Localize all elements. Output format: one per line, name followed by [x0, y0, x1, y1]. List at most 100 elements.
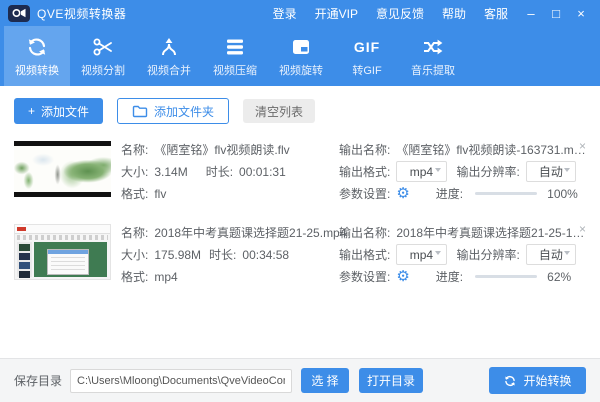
vip-link[interactable]: 开通VIP [315, 5, 358, 22]
size-label: 大小: [121, 165, 149, 179]
sync-icon [503, 374, 517, 388]
merge-icon [157, 34, 181, 60]
file-name: 2018年中考真题课选择题21-25.mp4 [154, 226, 347, 240]
file-output-info: 输出名称: 《陋室铭》flv视频朗读-163731.mp4 输出格式: mp4 … [339, 141, 586, 207]
file-thumbnail [14, 141, 111, 197]
file-info: 名称: 2018年中考真题课选择题21-25.mp4 大小: 175.98M 时… [121, 224, 346, 290]
tab-video-compress[interactable]: 视频压缩 [202, 26, 268, 86]
file-format: mp4 [154, 269, 178, 284]
app-title: QVE视频转换器 [37, 6, 127, 21]
chevron-down-icon [434, 251, 441, 255]
tab-video-convert[interactable]: 视频转换 [4, 26, 70, 86]
chevron-down-icon [564, 251, 570, 255]
plus-icon: + [28, 104, 36, 118]
file-row: 名称: 2018年中考真题课选择题21-25.mp4 大小: 175.98M 时… [14, 222, 586, 290]
file-list: 名称: 《陋室铭》flv视频朗读.flv 大小: 3.14M 时长: 00:01… [0, 139, 600, 290]
save-dir-label: 保存目录 [14, 374, 63, 388]
file-thumbnail [14, 224, 111, 280]
minimize-button[interactable]: – [520, 6, 542, 21]
progress-bar [475, 192, 538, 195]
folder-icon [132, 105, 148, 118]
output-name: 《陋室铭》flv视频朗读-163731.mp4 [396, 143, 586, 157]
file-row: 名称: 《陋室铭》flv视频朗读.flv 大小: 3.14M 时长: 00:01… [14, 139, 586, 207]
chevron-down-icon [434, 168, 441, 172]
tab-label: 视频分割 [81, 65, 125, 77]
app-window: QVE视频转换器 登录 开通VIP 意见反馈 帮助 客服 – □ × 视频转换 [0, 0, 600, 402]
tab-to-gif[interactable]: GIF 转GIF [334, 26, 400, 86]
duration-label: 时长: [209, 248, 237, 262]
footer-bar: 保存目录 选 择 打开目录 开始转换 [0, 358, 600, 402]
output-format-dropdown[interactable]: mp4 [396, 244, 447, 265]
tab-label: 视频旋转 [279, 65, 323, 77]
help-link[interactable]: 帮助 [442, 5, 466, 22]
actions-row: + 添加文件 添加文件夹 清空列表 [0, 86, 600, 124]
shuffle-icon [421, 34, 445, 60]
output-format-label: 输出格式: [339, 248, 391, 262]
feedback-link[interactable]: 意见反馈 [376, 5, 424, 22]
size-label: 大小: [121, 248, 149, 262]
output-resolution-label: 输出分辨率: [456, 248, 520, 262]
app-logo-icon [8, 4, 30, 22]
params-label: 参数设置: [339, 270, 391, 284]
sync-icon [25, 34, 49, 60]
file-info: 名称: 《陋室铭》flv视频朗读.flv 大小: 3.14M 时长: 00:01… [121, 141, 339, 207]
gif-icon: GIF [353, 39, 381, 55]
progress-value: 100% [547, 186, 578, 201]
progress-label: 进度: [435, 187, 464, 201]
gear-icon[interactable]: ⚙ [396, 186, 409, 201]
progress-bar [475, 275, 538, 278]
add-folder-button[interactable]: 添加文件夹 [117, 98, 230, 124]
rotate-icon [289, 34, 313, 60]
clear-list-button[interactable]: 清空列表 [243, 99, 316, 123]
duration-label: 时长: [205, 165, 234, 179]
progress-value: 62% [547, 269, 572, 284]
output-resolution-label: 输出分辨率: [456, 165, 520, 179]
format-label: 格式: [121, 270, 149, 284]
tab-label: 音乐提取 [411, 65, 455, 77]
login-link[interactable]: 登录 [273, 5, 297, 22]
scissors-icon [91, 34, 115, 60]
tab-label: 视频合并 [147, 65, 191, 77]
tab-video-merge[interactable]: 视频合并 [136, 26, 202, 86]
file-size: 3.14M [154, 164, 188, 179]
maximize-button[interactable]: □ [545, 6, 567, 21]
output-resolution-dropdown[interactable]: 自动 [525, 161, 576, 182]
name-label: 名称: [121, 226, 149, 240]
compress-icon [223, 34, 247, 60]
file-duration: 00:34:58 [242, 247, 290, 262]
chevron-down-icon [564, 168, 570, 172]
gear-icon[interactable]: ⚙ [396, 269, 409, 284]
output-format-dropdown[interactable]: mp4 [396, 161, 447, 182]
tab-video-split[interactable]: 视频分割 [70, 26, 136, 86]
tab-label: 转GIF [352, 65, 382, 77]
start-convert-button[interactable]: 开始转换 [489, 367, 586, 394]
output-format-label: 输出格式: [339, 165, 391, 179]
file-size: 175.98M [154, 247, 202, 262]
output-name-label: 输出名称: [339, 226, 391, 240]
remove-file-icon[interactable]: × [577, 220, 588, 238]
output-name-label: 输出名称: [339, 143, 391, 157]
remove-file-icon[interactable]: × [577, 137, 588, 155]
tab-music-extract[interactable]: 音乐提取 [400, 26, 466, 86]
tab-label: 视频转换 [15, 65, 59, 77]
file-output-info: 输出名称: 2018年中考真题课选择题21-25-16... 输出格式: mp4… [339, 224, 586, 290]
save-dir-input[interactable] [70, 368, 293, 393]
open-dir-button[interactable]: 打开目录 [359, 368, 424, 393]
file-name: 《陋室铭》flv视频朗读.flv [154, 143, 290, 157]
tab-video-rotate[interactable]: 视频旋转 [268, 26, 334, 86]
output-name: 2018年中考真题课选择题21-25-16... [396, 226, 586, 240]
choose-dir-button[interactable]: 选 择 [301, 368, 350, 393]
support-link[interactable]: 客服 [484, 5, 508, 22]
close-button[interactable]: × [570, 6, 592, 21]
titlebar: QVE视频转换器 登录 开通VIP 意见反馈 帮助 客服 – □ × [0, 0, 600, 26]
progress-label: 进度: [435, 270, 464, 284]
toolbar: 视频转换 视频分割 视频合并 视频压缩 视频旋转 GIF 转GIF 音乐提取 [0, 26, 600, 86]
format-label: 格式: [121, 187, 149, 201]
tab-label: 视频压缩 [213, 65, 257, 77]
name-label: 名称: [121, 143, 149, 157]
add-file-button[interactable]: + 添加文件 [14, 98, 104, 124]
file-duration: 00:01:31 [239, 164, 286, 179]
output-resolution-dropdown[interactable]: 自动 [525, 244, 576, 265]
params-label: 参数设置: [339, 187, 391, 201]
file-format: flv [154, 186, 167, 201]
